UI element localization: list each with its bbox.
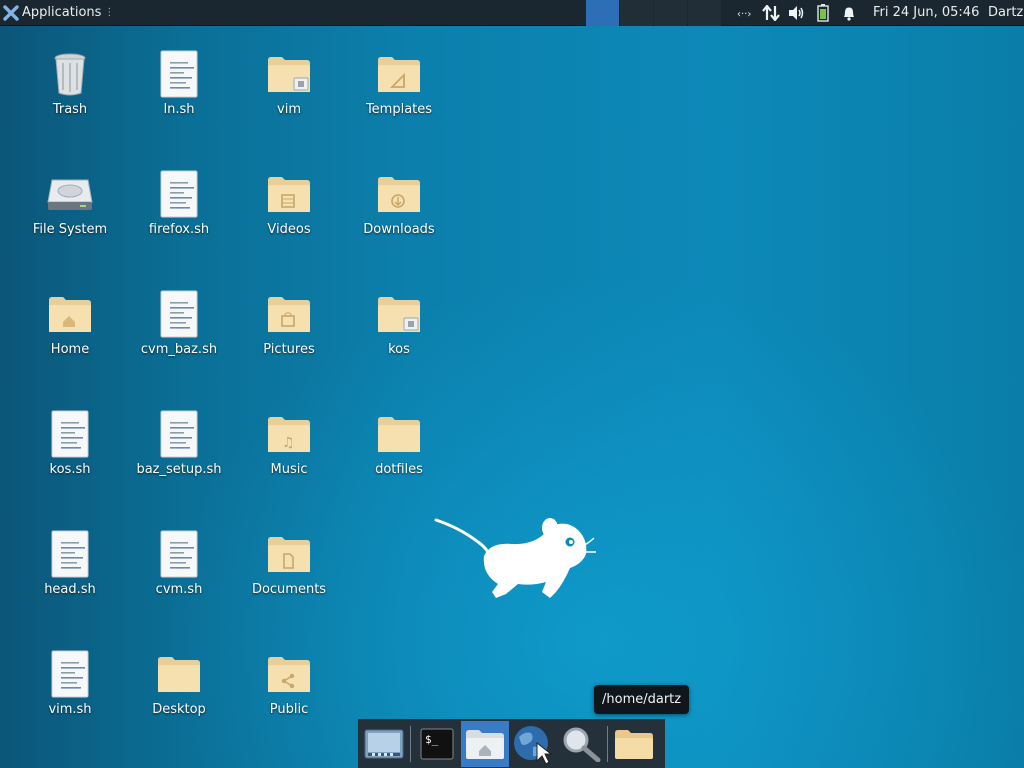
desktop-icon-cvm-sh[interactable]: cvm.sh	[127, 528, 231, 638]
desktop-icon-downloads[interactable]: Downloads	[347, 168, 451, 278]
script-file-icon	[153, 408, 205, 460]
menu-indicator: ⋮	[104, 7, 115, 18]
script-file-icon	[153, 288, 205, 340]
xfce-mouse-wallpaper	[434, 518, 596, 598]
desktop-icon-home[interactable]: Home	[18, 288, 122, 398]
desktop-icon-label: Videos	[267, 222, 311, 237]
search-icon[interactable]	[557, 721, 605, 767]
top-panel: Applications ⋮ ‹··› Fri 24 Jun, 05:46 Da…	[0, 0, 1024, 26]
desktop-icon-videos[interactable]: Videos	[237, 168, 341, 278]
web-browser-icon[interactable]	[509, 721, 557, 767]
dock-separator	[607, 725, 608, 762]
desktop-icon-dotfiles[interactable]: dotfiles	[347, 408, 451, 518]
documents-folder-icon	[263, 528, 315, 580]
desktop-icon-public[interactable]: Public	[237, 648, 341, 758]
desktop-icon-label: File System	[32, 222, 108, 237]
public-folder-icon	[263, 648, 315, 700]
locked-folder-icon	[263, 48, 315, 100]
volume-icon[interactable]	[784, 0, 810, 26]
desktop-icon-label: vim	[277, 102, 301, 117]
desktop-icon-trash[interactable]: Trash	[18, 48, 122, 158]
desktop-icon-label: baz_setup.sh	[136, 462, 222, 477]
workspace-3[interactable]	[654, 0, 687, 26]
home-folder-icon	[44, 288, 96, 340]
desktop-icon-kos-sh[interactable]: kos.sh	[18, 408, 122, 518]
desktop-icon-label: head.sh	[44, 582, 96, 597]
script-file-icon	[44, 408, 96, 460]
desktop-icon-baz-setup-sh[interactable]: baz_setup.sh	[127, 408, 231, 518]
applications-label: Applications	[22, 5, 102, 20]
workspace-2[interactable]	[620, 0, 653, 26]
desktop-icon-kos[interactable]: kos	[347, 288, 451, 398]
applications-menu[interactable]: Applications ⋮	[0, 0, 120, 26]
desktop-icon-pictures[interactable]: Pictures	[237, 288, 341, 398]
desktop-icon-label: firefox.sh	[148, 222, 210, 237]
terminal-icon[interactable]: $_	[413, 721, 461, 767]
network-icon[interactable]: ‹··›	[732, 0, 758, 26]
folder-icon[interactable]	[610, 721, 658, 767]
pictures-folder-icon	[263, 288, 315, 340]
folder-icon	[373, 408, 425, 460]
desktop-icon-music[interactable]: ♫ Music	[237, 408, 341, 518]
desktop-icon-documents[interactable]: Documents	[237, 528, 341, 638]
clock[interactable]: Fri 24 Jun, 05:46	[873, 0, 979, 26]
notification-bell-icon[interactable]	[836, 0, 862, 26]
desktop-icon-cvm-baz-sh[interactable]: cvm_baz.sh	[127, 288, 231, 398]
desktop-icon-label: Downloads	[363, 222, 435, 237]
desktop-icon-ln-sh[interactable]: ln.sh	[127, 48, 231, 158]
script-file-icon	[44, 648, 96, 700]
desktop-icon-vim-sh[interactable]: vim.sh	[18, 648, 122, 758]
script-file-icon	[153, 528, 205, 580]
downloads-folder-icon	[373, 168, 425, 220]
desktop-icon-firefox-sh[interactable]: firefox.sh	[127, 168, 231, 278]
xfce-logo-icon	[3, 4, 19, 21]
desktop-icon-label: kos	[388, 342, 410, 357]
desktop-icon-label: Documents	[251, 582, 327, 597]
show-desktop-icon[interactable]	[360, 721, 408, 767]
desktop-icon-label: ln.sh	[163, 102, 195, 117]
dock-separator	[410, 725, 411, 762]
desktop-icon-label: Desktop	[152, 702, 206, 717]
desktop-icon-label: cvm.sh	[155, 582, 203, 597]
desktop-icon-label: Pictures	[263, 342, 315, 357]
desktop-icon-label: Public	[269, 702, 309, 717]
battery-icon[interactable]	[810, 0, 836, 26]
desktop-icon-label: Templates	[365, 102, 433, 117]
svg-text:♫: ♫	[282, 435, 295, 451]
videos-folder-icon	[263, 168, 315, 220]
templates-folder-icon	[373, 48, 425, 100]
desktop-icon-label: vim.sh	[48, 702, 92, 717]
user-menu[interactable]: Dartz	[988, 0, 1023, 26]
desktop-icon-desktop[interactable]: Desktop	[127, 648, 231, 758]
script-file-icon	[153, 168, 205, 220]
desktop-icon-file-system[interactable]: File System	[18, 168, 122, 278]
music-folder-icon: ♫	[263, 408, 315, 460]
workspace-4[interactable]	[688, 0, 721, 26]
svg-text:$_: $_	[425, 733, 439, 746]
workspace-1[interactable]	[586, 0, 619, 26]
svg-text:‹··›: ‹··›	[737, 9, 751, 19]
desktop-icon-label: Trash	[52, 102, 88, 117]
desktop-icon-label: kos.sh	[49, 462, 91, 477]
trash-icon	[44, 48, 96, 100]
transfer-arrows-icon[interactable]	[758, 0, 784, 26]
desktop-icon-label: Music	[270, 462, 308, 477]
drive-icon	[44, 168, 96, 220]
locked-folder-icon	[373, 288, 425, 340]
workspace-switcher	[586, 0, 722, 26]
desktop-icon-label: dotfiles	[375, 462, 423, 477]
system-tray: ‹··›	[732, 0, 862, 26]
folder-icon	[153, 648, 205, 700]
home-folder-icon[interactable]	[461, 720, 509, 767]
desktop-icon-head-sh[interactable]: head.sh	[18, 528, 122, 638]
bottom-dock: $_	[358, 719, 665, 768]
desktop-icon-templates[interactable]: Templates	[347, 48, 451, 158]
desktop-icon-vim[interactable]: vim	[237, 48, 341, 158]
desktop-icon-label: Home	[50, 342, 90, 357]
desktop-icon-label: cvm_baz.sh	[140, 342, 218, 357]
dock-tooltip: /home/dartz	[594, 685, 690, 714]
script-file-icon	[44, 528, 96, 580]
script-file-icon	[153, 48, 205, 100]
